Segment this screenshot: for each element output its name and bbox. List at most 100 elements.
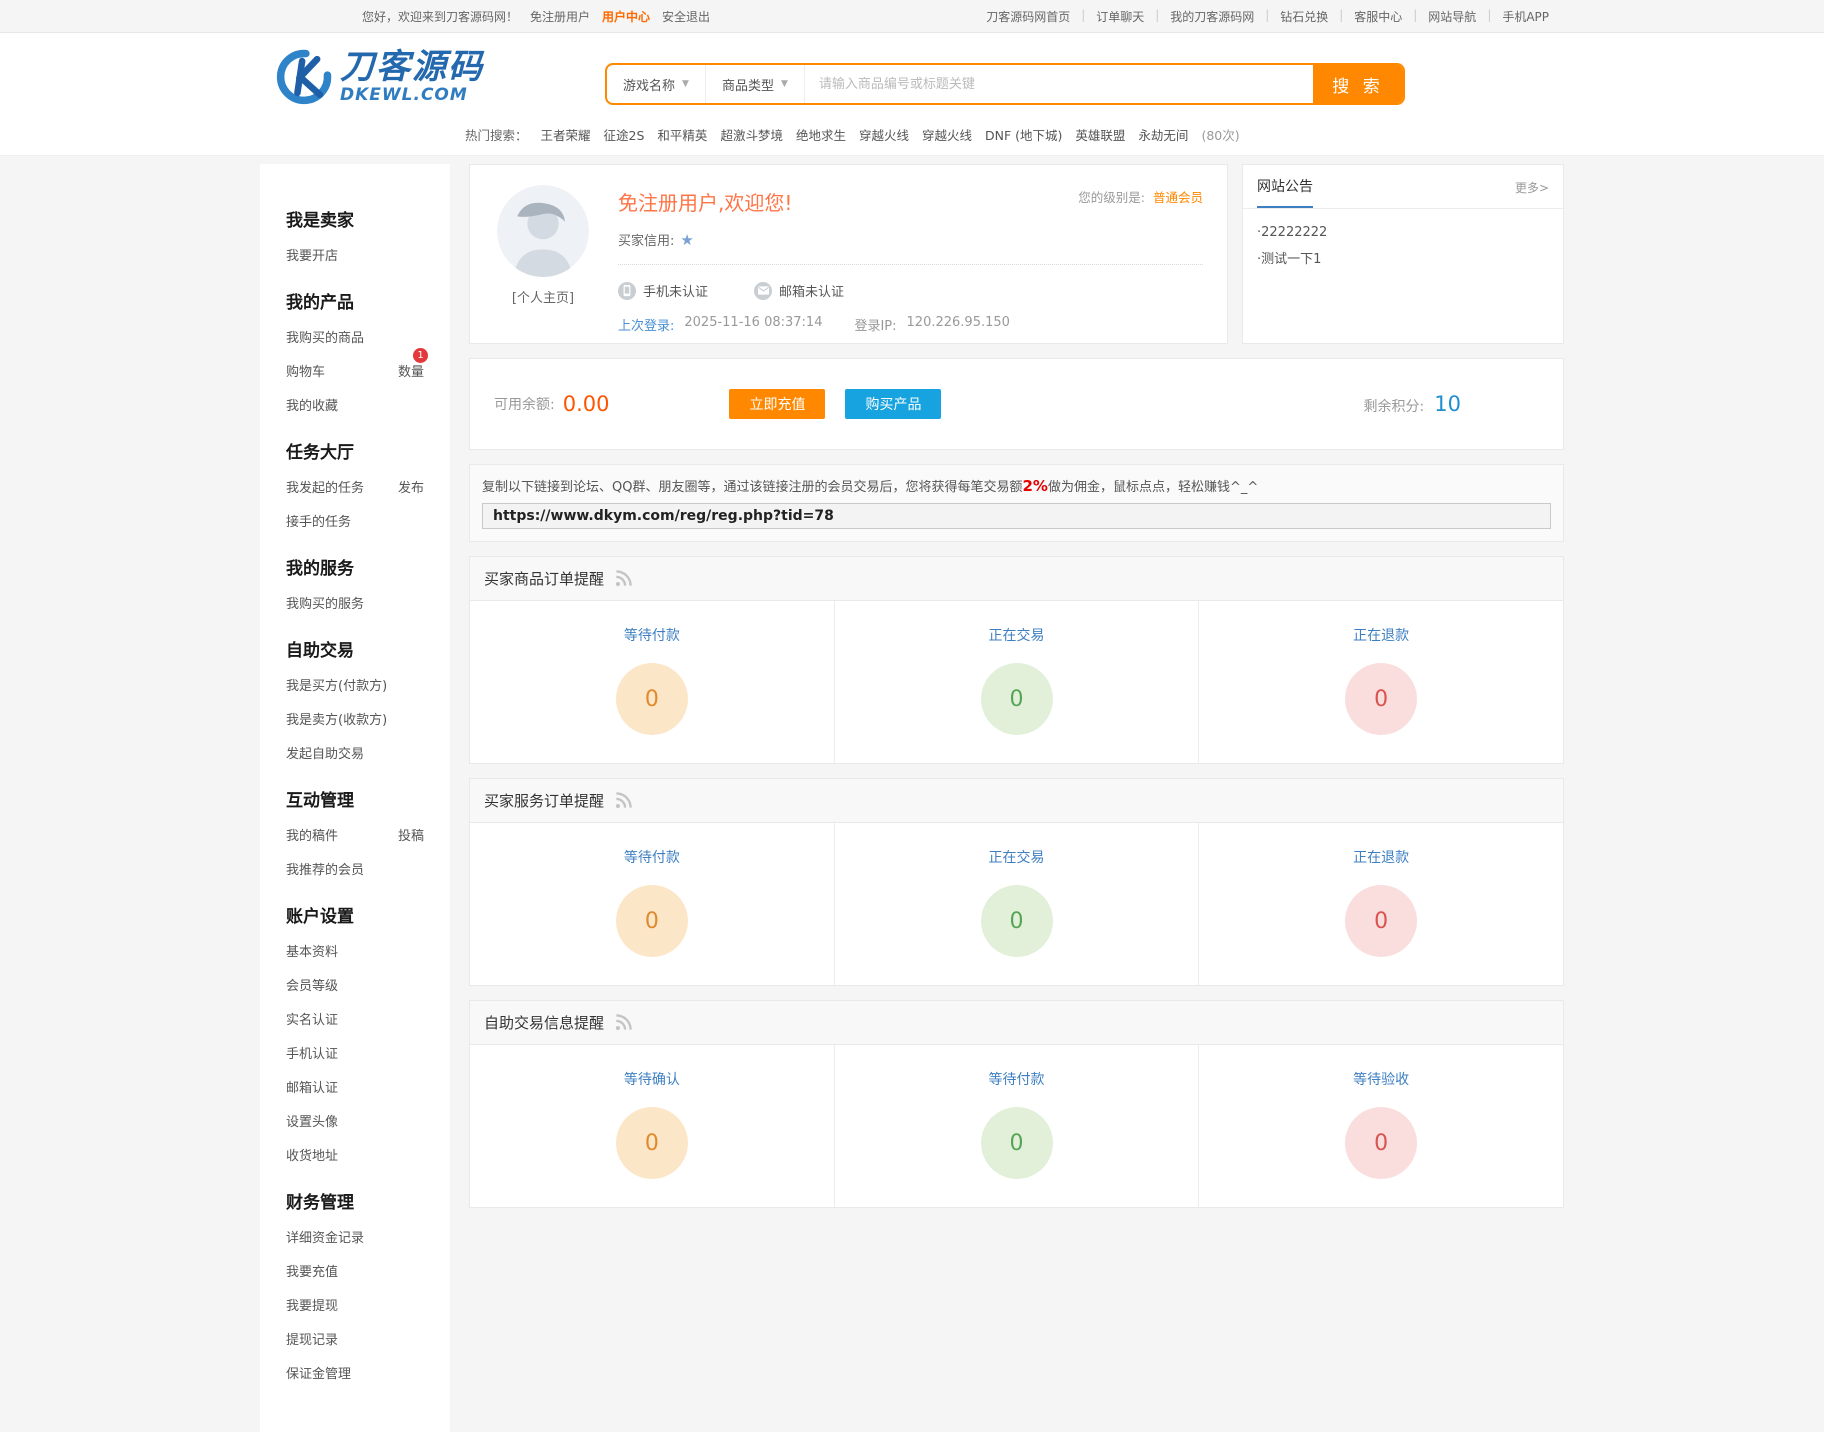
- notice-item[interactable]: ·测试一下1: [1257, 246, 1549, 273]
- order-status-column[interactable]: 正在交易 0: [834, 601, 1199, 763]
- hot-search-keyword[interactable]: 永劫无间: [1138, 125, 1188, 144]
- sidebar-entry: 我是卖家: [260, 204, 450, 238]
- level-label: 您的级别是:: [1078, 190, 1145, 205]
- sidebar-entry-extra-link[interactable]: 投稿: [398, 829, 424, 844]
- hot-search-keyword[interactable]: 和平精英: [657, 125, 707, 144]
- order-status-column[interactable]: 等待付款 0: [834, 1045, 1199, 1207]
- email-verify-link[interactable]: 邮箱未认证: [754, 281, 844, 300]
- order-count-circle: 0: [981, 885, 1053, 957]
- topbar-nav-link[interactable]: 我的刀客源码网: [1157, 8, 1267, 25]
- hot-search-row: 热门搜索： 王者荣耀征途2S和平精英超激斗梦境绝地求生穿越火线穿越火线DNF (…: [465, 125, 1240, 144]
- sidebar-entry[interactable]: 购物车 1 数量: [260, 356, 450, 390]
- sidebar-entry: 我的产品: [260, 286, 450, 320]
- user-center-link[interactable]: 用户中心: [602, 8, 650, 25]
- sidebar-entry-label: 我是卖家: [286, 204, 354, 238]
- sidebar-entry[interactable]: 我要开店: [260, 240, 450, 274]
- sidebar-entry-label: 我要提现: [286, 1290, 338, 1324]
- product-type-dropdown[interactable]: 商品类型 ▼: [706, 65, 805, 103]
- topbar-nav-link[interactable]: 刀客源码网首页: [973, 8, 1083, 25]
- sidebar-entry[interactable]: 邮箱认证: [260, 1072, 450, 1106]
- sidebar-entry[interactable]: 我的收藏: [260, 390, 450, 424]
- logo-domain: DKEWL.COM: [340, 85, 484, 105]
- order-status-column[interactable]: 等待验收 0: [1198, 1045, 1563, 1207]
- sidebar-entry[interactable]: 我的稿件 投稿: [260, 820, 450, 854]
- hot-search-keyword[interactable]: 征途2S: [604, 125, 645, 144]
- game-name-dropdown-label: 游戏名称: [623, 75, 675, 94]
- sidebar-entry-label: 详细资金记录: [286, 1222, 364, 1256]
- sidebar-entry[interactable]: 保证金管理: [260, 1358, 450, 1392]
- topbar-nav-link[interactable]: 网站导航: [1415, 8, 1489, 25]
- sidebar-entry[interactable]: 设置头像: [260, 1106, 450, 1140]
- user-info-panel: [个人主页] 免注册用户,欢迎您! 您的级别是: 普通会员 买家信用: ★: [469, 164, 1228, 344]
- recharge-button[interactable]: 立即充值: [729, 389, 825, 419]
- avatar[interactable]: [497, 185, 589, 277]
- sidebar-entry[interactable]: 我购买的服务: [260, 588, 450, 622]
- topbar-nav-link[interactable]: 订单聊天: [1083, 8, 1157, 25]
- order-status-column[interactable]: 等待付款 0: [470, 601, 834, 763]
- balance-panel: 可用余额: 0.00 立即充值 购买产品 剩余积分: 10: [469, 358, 1564, 450]
- sidebar-entry[interactable]: 我要提现: [260, 1290, 450, 1324]
- sidebar-entry-label: 收货地址: [286, 1140, 338, 1174]
- sidebar-entry[interactable]: 接手的任务: [260, 506, 450, 540]
- order-status-column[interactable]: 等待付款 0: [470, 823, 834, 985]
- search-input[interactable]: [805, 65, 1313, 103]
- sidebar-entry[interactable]: 我发起的任务 发布: [260, 472, 450, 506]
- phone-verify-link[interactable]: 手机未认证: [618, 281, 708, 300]
- sidebar-entry[interactable]: 手机认证: [260, 1038, 450, 1072]
- order-status-column[interactable]: 正在退款 0: [1198, 823, 1563, 985]
- logo-icon: [274, 47, 334, 107]
- topbar-nav-link[interactable]: 客服中心: [1341, 8, 1415, 25]
- search-button[interactable]: 搜 索: [1313, 65, 1403, 103]
- sidebar-entry[interactable]: 实名认证: [260, 1004, 450, 1038]
- phone-icon: [618, 282, 636, 300]
- notice-more-link[interactable]: 更多>: [1515, 179, 1549, 206]
- chevron-down-icon: ▼: [781, 79, 788, 89]
- sidebar-entry[interactable]: 提现记录: [260, 1324, 450, 1358]
- hot-search-keyword[interactable]: 绝地求生: [796, 125, 846, 144]
- topbar-nav-link[interactable]: 手机APP: [1489, 8, 1562, 25]
- username-link[interactable]: 免注册用户: [530, 8, 590, 25]
- game-name-dropdown[interactable]: 游戏名称 ▼: [607, 65, 706, 103]
- hot-search-keyword[interactable]: 超激斗梦境: [720, 125, 783, 144]
- panel-title: 自助交易信息提醒: [484, 1012, 604, 1033]
- hot-search-keyword[interactable]: 英雄联盟: [1075, 125, 1125, 144]
- sidebar-entry[interactable]: 我是卖方(收款方): [260, 704, 450, 738]
- notice-item[interactable]: ·22222222: [1257, 219, 1549, 246]
- logout-link[interactable]: 安全退出: [662, 8, 710, 25]
- order-status-column[interactable]: 正在退款 0: [1198, 601, 1563, 763]
- site-logo[interactable]: 刀客源码 DKEWL.COM: [274, 47, 484, 107]
- sidebar-entry[interactable]: 我推荐的会员: [260, 854, 450, 888]
- product-type-dropdown-label: 商品类型: [722, 75, 774, 94]
- hot-search-keyword[interactable]: 王者荣耀: [541, 125, 591, 144]
- order-count-circle: 0: [981, 663, 1053, 735]
- order-count-circle: 0: [616, 885, 688, 957]
- rss-icon: [614, 569, 633, 588]
- sidebar-entry[interactable]: 发起自助交易: [260, 738, 450, 772]
- sidebar-entry[interactable]: 收货地址: [260, 1140, 450, 1174]
- referral-url-field[interactable]: https://www.dkym.com/reg/reg.php?tid=78: [482, 503, 1551, 529]
- sidebar: 我是卖家 我要开店 我的产品: [260, 164, 450, 1432]
- sidebar-entry[interactable]: 基本资料: [260, 936, 450, 970]
- sidebar-entry[interactable]: 我是买方(付款方): [260, 670, 450, 704]
- last-login-time: 2025-11-16 08:37:14: [684, 315, 822, 334]
- panel-title: 买家商品订单提醒: [484, 568, 604, 589]
- sidebar-entry: 任务大厅: [260, 436, 450, 470]
- sidebar-entry[interactable]: 会员等级: [260, 970, 450, 1004]
- profile-home-link[interactable]: [个人主页]: [512, 287, 574, 306]
- sidebar-entry[interactable]: 我要充值: [260, 1256, 450, 1290]
- sidebar-entry-extra-link[interactable]: 发布: [398, 481, 424, 496]
- hot-search-keyword[interactable]: DNF (地下城): [985, 125, 1062, 144]
- referral-text-after: 做为佣金，鼠标点点，轻松赚钱^_^: [1048, 480, 1258, 495]
- hot-search-keyword[interactable]: 穿越火线: [859, 125, 909, 144]
- sidebar-entry[interactable]: 详细资金记录: [260, 1222, 450, 1256]
- hot-search-label: 热门搜索：: [465, 125, 528, 144]
- order-status-column[interactable]: 等待确认 0: [470, 1045, 834, 1207]
- topbar-nav-link[interactable]: 钻石兑换: [1267, 8, 1341, 25]
- buy-product-button[interactable]: 购买产品: [845, 389, 941, 419]
- notice-title: 网站公告: [1257, 176, 1313, 208]
- order-status-column[interactable]: 正在交易 0: [834, 823, 1199, 985]
- hot-search-keyword[interactable]: 穿越火线: [922, 125, 972, 144]
- level-value-link[interactable]: 普通会员: [1153, 190, 1203, 205]
- order-count-circle: 0: [1345, 663, 1417, 735]
- sidebar-entry-extra-link[interactable]: 数量: [398, 365, 424, 380]
